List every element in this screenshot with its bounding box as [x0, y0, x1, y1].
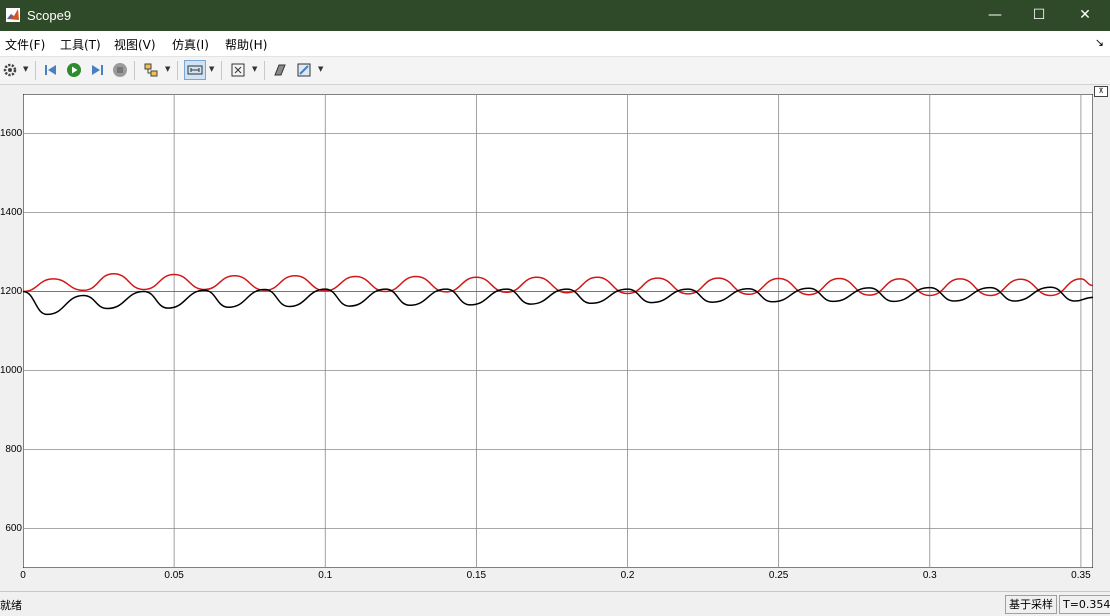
x-tick-label: 0.05: [164, 570, 184, 581]
maximize-button[interactable]: ☐: [1016, 0, 1062, 31]
highlight-dropdown-icon[interactable]: ▼: [318, 65, 323, 73]
y-tick-label: 1200: [0, 285, 23, 297]
menu-bar: 文件(F) 工具(T) 视图(V) 仿真(I) 帮助(H) ↘: [0, 31, 1110, 57]
y-tick-label: 600: [5, 522, 22, 534]
highlight-icon[interactable]: [294, 61, 314, 79]
menu-tools[interactable]: 工具(T): [60, 36, 101, 53]
sampling-mode: 基于采样: [1005, 595, 1057, 614]
menu-file[interactable]: 文件(F): [5, 36, 45, 53]
menu-help[interactable]: 帮助(H): [225, 36, 267, 53]
y-tick-label: 800: [5, 443, 22, 455]
dock-arrow-icon[interactable]: ↘: [1095, 36, 1104, 49]
run-icon[interactable]: [64, 61, 84, 79]
autoscale-icon[interactable]: [228, 61, 248, 79]
zoom-icon[interactable]: [184, 60, 206, 80]
expand-legend-button[interactable]: ⊼: [1094, 86, 1108, 97]
settings-icon[interactable]: [0, 61, 20, 79]
signal-select-dropdown-icon[interactable]: ▼: [165, 65, 170, 73]
title-bar: Scope9 — ☐ ✕: [0, 0, 1110, 31]
step-back-icon[interactable]: [41, 61, 61, 79]
toolbar-separator: [35, 61, 36, 80]
expand-icon: ⊼: [1098, 87, 1104, 95]
autoscale-dropdown-icon[interactable]: ▼: [252, 65, 257, 73]
window-title: Scope9: [27, 8, 72, 23]
status-bar: 就绪 基于采样 T=0.354: [0, 591, 1110, 616]
x-tick-label: 0.15: [466, 570, 487, 581]
x-tick-label: 0.3: [922, 570, 937, 581]
maximize-icon: ☐: [1032, 7, 1046, 23]
x-tick-label: 0.2: [620, 570, 635, 581]
toolbar: ▼ ▼ ▼ ▼ ▼: [0, 57, 1110, 85]
plot-background: [23, 94, 1093, 568]
matlab-logo-icon: [6, 8, 20, 22]
y-tick-label: 1600: [0, 127, 23, 139]
x-tick-label: 0.35: [1071, 570, 1091, 581]
x-tick-label: 0.1: [318, 570, 333, 581]
toolbar-separator: [134, 61, 135, 80]
signal-select-icon[interactable]: [141, 61, 161, 79]
close-icon: ✕: [1079, 7, 1091, 23]
minimize-icon: —: [988, 7, 1002, 23]
menu-view[interactable]: 视图(V): [114, 36, 156, 53]
toolbar-separator: [221, 61, 222, 80]
y-tick-label: 1000: [0, 364, 23, 376]
y-axis: [0, 85, 22, 589]
x-tick-label: 0.25: [768, 570, 789, 581]
menu-simulation[interactable]: 仿真(I): [172, 36, 209, 53]
simulation-time: T=0.354: [1059, 595, 1110, 614]
status-text: 就绪: [0, 599, 22, 612]
close-button[interactable]: ✕: [1062, 0, 1108, 31]
minimize-button[interactable]: —: [972, 0, 1018, 31]
y-tick-label: 1400: [0, 206, 23, 218]
scope-plot[interactable]: [23, 94, 1093, 568]
toolbar-separator: [264, 61, 265, 80]
stop-icon[interactable]: [110, 61, 130, 79]
settings-dropdown-icon[interactable]: ▼: [23, 65, 28, 73]
x-tick-label: 0: [20, 570, 26, 581]
cursor-measure-icon[interactable]: [270, 61, 290, 79]
toolbar-separator: [177, 61, 178, 80]
zoom-dropdown-icon[interactable]: ▼: [209, 65, 214, 73]
step-forward-icon[interactable]: [87, 61, 107, 79]
